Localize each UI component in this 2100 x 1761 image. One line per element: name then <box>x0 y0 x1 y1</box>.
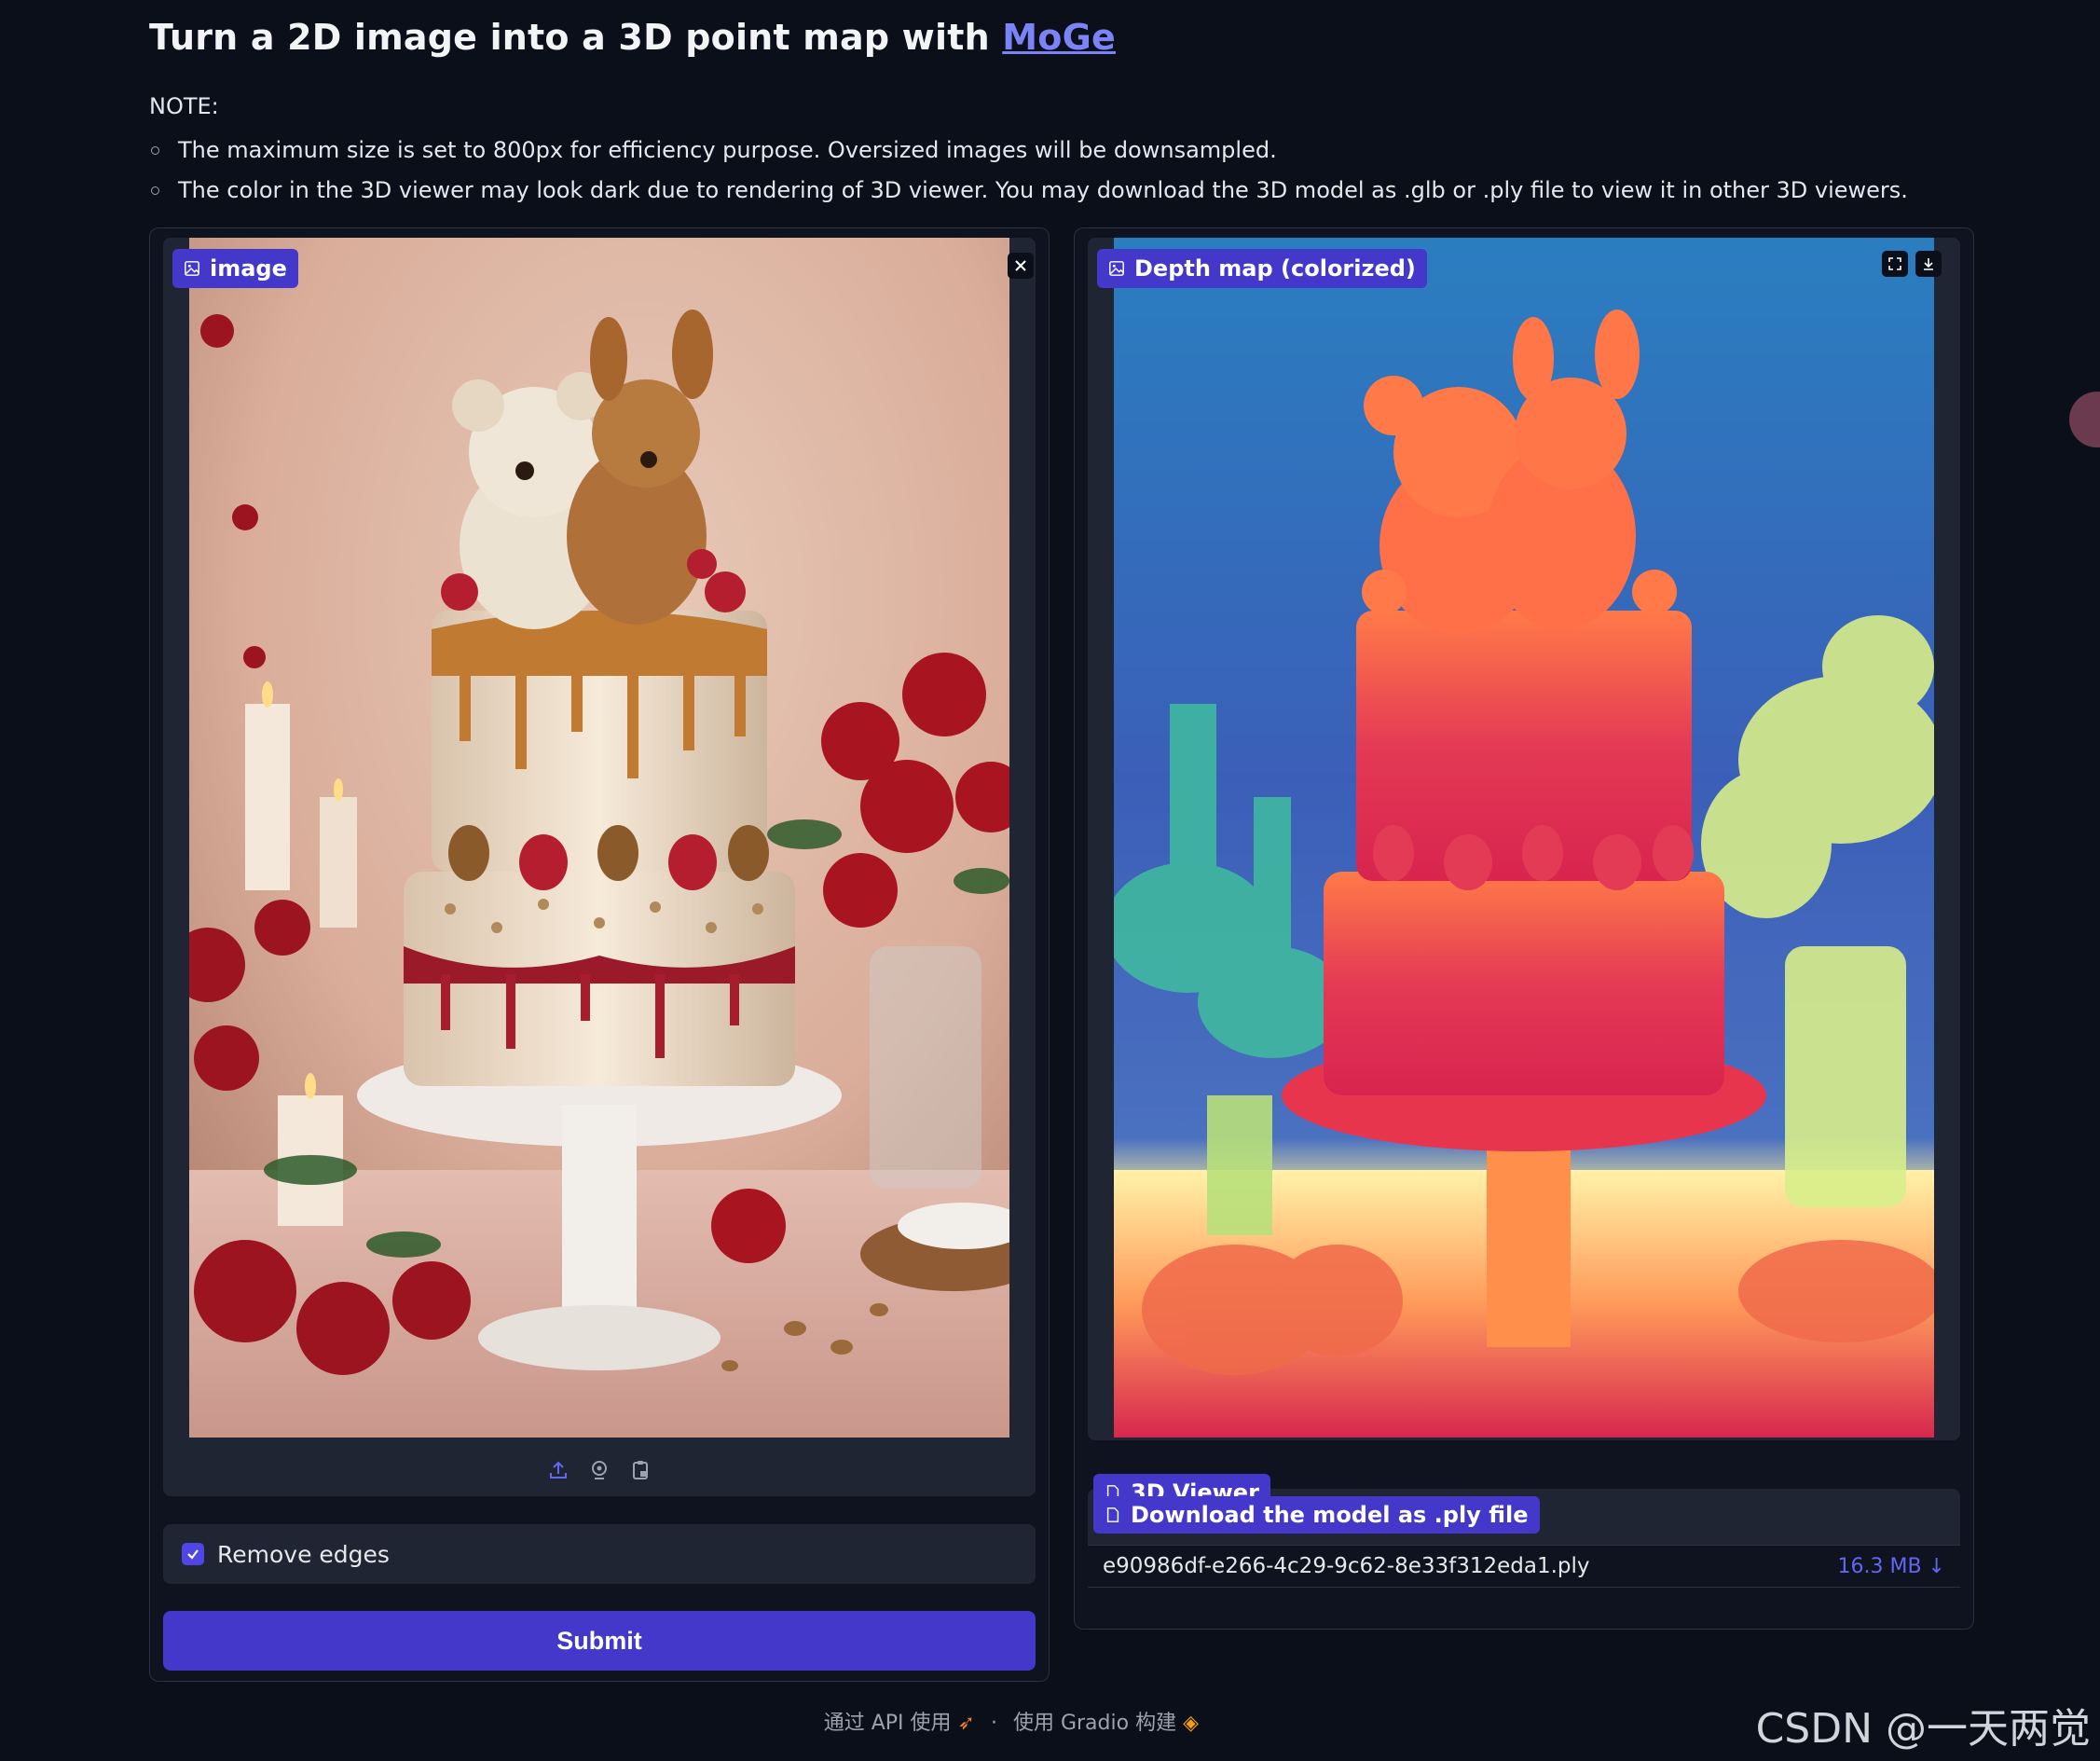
watermark: CSDN @一天两觉 <box>1755 1705 2091 1753</box>
image-icon <box>185 261 199 276</box>
clipboard-icon[interactable] <box>629 1459 652 1481</box>
fullscreen-button[interactable] <box>1882 251 1908 277</box>
page: Turn a 2D image into a 3D point map with… <box>0 0 2100 1761</box>
input-panel: image Remove edges Submit <box>149 227 1050 1682</box>
bullet-icon <box>151 186 159 195</box>
output-panel: Depth map (colorized) 3D Viewer Download… <box>1074 227 1974 1630</box>
download-icon <box>1924 258 1933 270</box>
download-label: Download the model as .ply file <box>1131 1502 1529 1528</box>
rocket-icon: ➶ <box>957 1712 975 1735</box>
image-label-badge: image <box>172 249 298 288</box>
depth-actions <box>1882 251 1942 277</box>
image-label: image <box>210 255 287 282</box>
depth-map-output: Depth map (colorized) <box>1088 238 1960 1440</box>
cake-photo <box>189 238 1009 1438</box>
upload-icon[interactable] <box>547 1459 570 1481</box>
note-item: The maximum size is set to 800px for eff… <box>149 131 1908 171</box>
note-text: The maximum size is set to 800px for eff… <box>178 137 1277 163</box>
note-item: The color in the 3D viewer may look dark… <box>149 171 1908 211</box>
download-label-badge: Download the model as .ply file <box>1093 1496 1540 1534</box>
image-upload[interactable]: image <box>163 238 1036 1496</box>
file-name[interactable]: e90986df-e266-4c29-9c62-8e33f312eda1.ply <box>1103 1554 1590 1578</box>
api-link[interactable]: 通过 API 使用 <box>824 1712 952 1735</box>
remove-edges-option[interactable]: Remove edges <box>163 1524 1036 1584</box>
depth-label: Depth map (colorized) <box>1134 255 1416 282</box>
image-source-toolbar <box>163 1444 1036 1496</box>
moge-link[interactable]: MoGe <box>1002 17 1116 58</box>
close-icon <box>1015 260 1026 271</box>
note-text: The color in the 3D viewer may look dark… <box>178 177 1908 203</box>
notes-list: The maximum size is set to 800px for eff… <box>149 131 1908 211</box>
bullet-icon <box>151 146 159 155</box>
fullscreen-icon <box>1888 257 1901 270</box>
depth-map-image <box>1114 238 1934 1438</box>
clear-image-button[interactable] <box>1008 253 1034 279</box>
input-image <box>189 238 1009 1438</box>
page-title: Turn a 2D image into a 3D point map with… <box>149 17 1116 58</box>
model-download-block: 3D Viewer Download the model as .ply fil… <box>1088 1474 1960 1617</box>
download-depth-button[interactable] <box>1915 251 1942 277</box>
depth-map-visual <box>1114 238 1934 1438</box>
remove-edges-checkbox[interactable] <box>182 1543 204 1565</box>
webcam-icon[interactable] <box>588 1459 611 1481</box>
submit-button[interactable]: Submit <box>163 1611 1036 1671</box>
note-label: NOTE: <box>149 93 219 119</box>
depth-label-badge: Depth map (colorized) <box>1097 249 1427 288</box>
footer: 通过 API 使用 ➶ · 使用 Gradio 构建 ◈ <box>0 1706 1199 1736</box>
gradio-link[interactable]: 使用 Gradio 构建 <box>1013 1712 1176 1735</box>
gradio-logo-icon: ◈ <box>1183 1712 1199 1735</box>
remove-edges-label: Remove edges <box>217 1540 390 1568</box>
footer-separator: · <box>990 1712 997 1735</box>
title-text: Turn a 2D image into a 3D point map with <box>149 17 1003 58</box>
file-icon <box>1106 1507 1119 1522</box>
file-row[interactable]: e90986df-e266-4c29-9c62-8e33f312eda1.ply… <box>1088 1545 1960 1588</box>
image-icon <box>1109 261 1124 276</box>
check-icon <box>187 1549 199 1560</box>
file-size-download[interactable]: 16.3 MB ↓ <box>1838 1555 1945 1578</box>
side-widget[interactable] <box>2069 392 2100 447</box>
